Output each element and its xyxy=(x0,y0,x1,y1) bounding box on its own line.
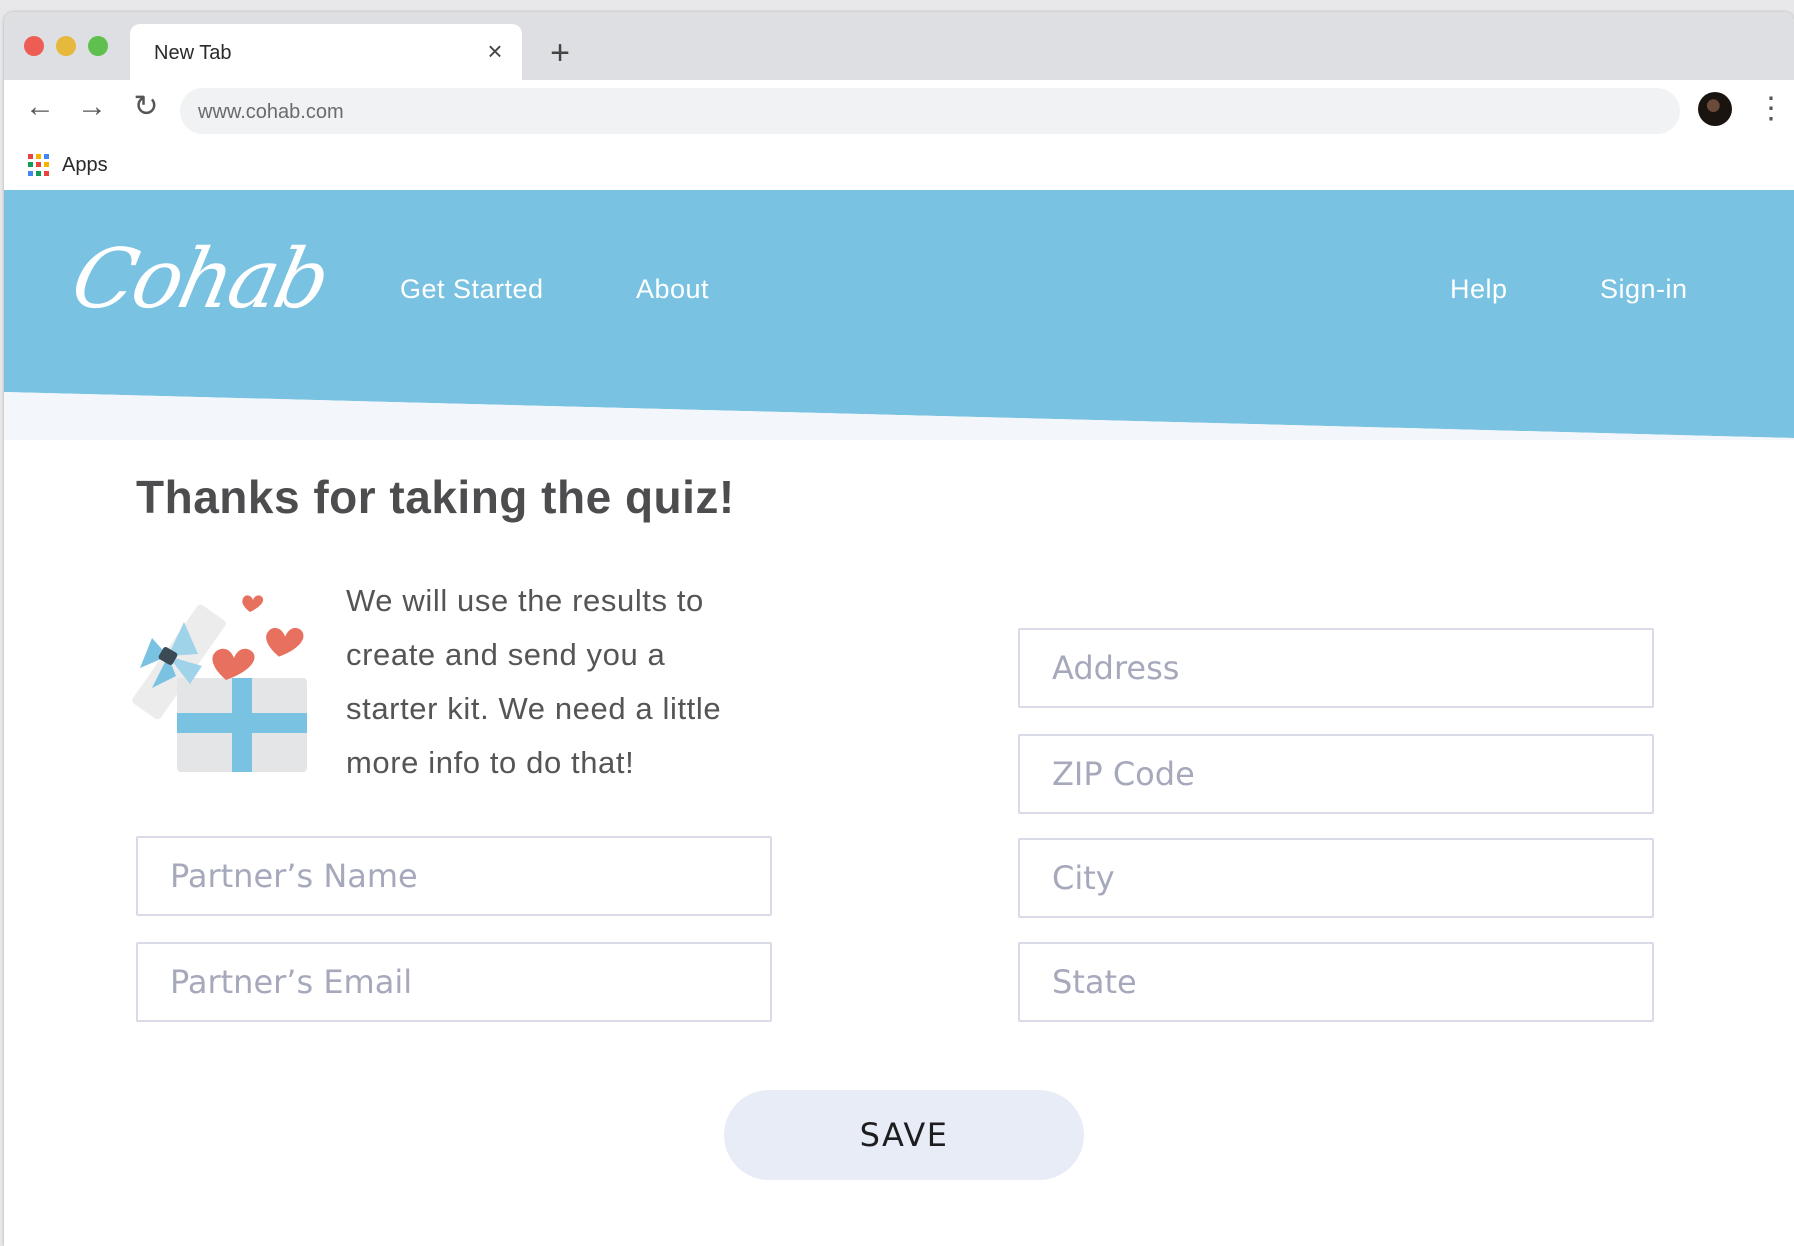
back-arrow-icon[interactable]: ← xyxy=(22,90,58,126)
intro-text: We will use the results to create and se… xyxy=(346,583,722,780)
nav-help[interactable]: Help xyxy=(1450,274,1508,305)
zip-code-field[interactable] xyxy=(1018,734,1654,814)
maximize-window-button[interactable] xyxy=(88,36,108,56)
close-window-button[interactable] xyxy=(24,36,44,56)
browser-tab[interactable]: New Tab × xyxy=(130,24,522,82)
browser-toolbar: ← → ↻ www.cohab.com ⋮ xyxy=(4,80,1794,140)
state-field[interactable] xyxy=(1018,942,1654,1022)
reload-icon[interactable]: ↻ xyxy=(128,90,164,126)
apps-grid-icon[interactable] xyxy=(28,154,50,176)
kebab-menu-icon[interactable]: ⋮ xyxy=(1756,92,1786,126)
gift-box-icon xyxy=(132,595,307,772)
close-icon[interactable]: × xyxy=(482,38,508,64)
nav-sign-in[interactable]: Sign-in xyxy=(1600,274,1688,305)
address-field[interactable] xyxy=(1018,628,1654,708)
url-text: www.cohab.com xyxy=(198,101,344,123)
apps-bookmark[interactable]: Apps xyxy=(62,154,108,177)
site-header: Cohab Get Started About Help Sign-in xyxy=(4,190,1794,440)
nav-about[interactable]: About xyxy=(636,274,709,305)
tab-title: New Tab xyxy=(154,42,232,64)
bookmarks-bar: Apps xyxy=(4,140,1794,188)
minimize-window-button[interactable] xyxy=(56,36,76,56)
page-title: Thanks for taking the quiz! xyxy=(136,471,735,523)
plus-icon[interactable]: + xyxy=(542,36,578,72)
nav-get-started[interactable]: Get Started xyxy=(400,274,544,305)
city-field[interactable] xyxy=(1018,838,1654,918)
address-bar[interactable]: www.cohab.com xyxy=(180,88,1680,134)
tab-strip: New Tab × + xyxy=(4,12,1794,82)
browser-window: New Tab × + ← → ↻ www.cohab.com ⋮ Apps C… xyxy=(4,12,1794,1246)
forward-arrow-icon[interactable]: → xyxy=(74,90,110,126)
profile-avatar[interactable] xyxy=(1698,92,1732,126)
save-button[interactable]: SAVE xyxy=(724,1090,1084,1180)
cohab-logo[interactable]: Cohab xyxy=(64,232,336,327)
partner-email-field[interactable] xyxy=(136,942,772,1022)
partner-name-field[interactable] xyxy=(136,836,772,916)
